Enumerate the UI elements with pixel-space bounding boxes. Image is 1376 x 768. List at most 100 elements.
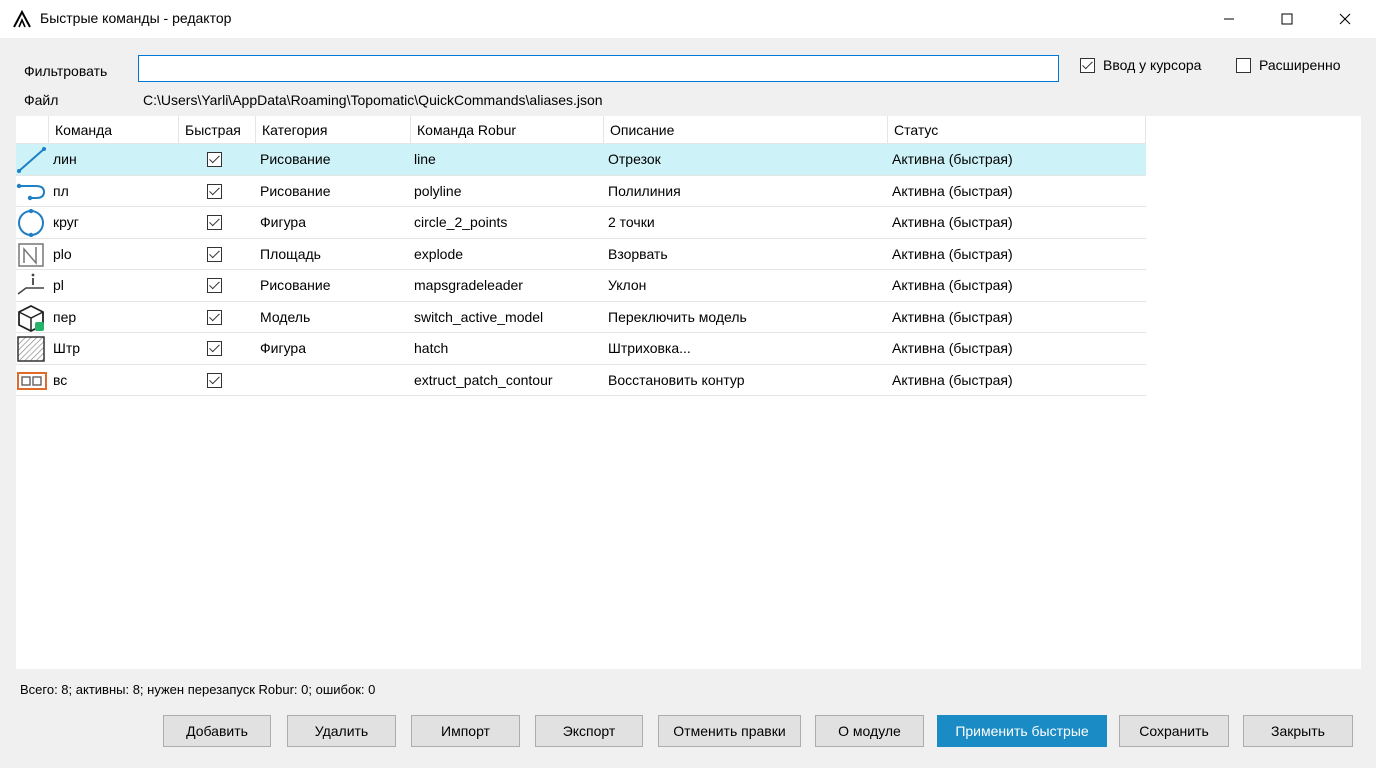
table-row[interactable]: лин Рисование line Отрезок Активна (быст… bbox=[16, 144, 1146, 176]
header-quick[interactable]: Быстрая bbox=[179, 116, 256, 144]
line-icon bbox=[16, 146, 48, 174]
table-header: Команда Быстрая Категория Команда Robur … bbox=[16, 116, 1146, 144]
hatch-icon bbox=[16, 335, 48, 363]
add-button[interactable]: Добавить bbox=[163, 715, 271, 747]
commands-table: Команда Быстрая Категория Команда Robur … bbox=[16, 116, 1361, 669]
command-cell: pl bbox=[53, 277, 64, 293]
model-cube-icon bbox=[16, 304, 48, 332]
quick-checkbox[interactable] bbox=[207, 215, 222, 230]
robur-command-cell: line bbox=[414, 151, 436, 167]
description-cell: 2 точки bbox=[608, 214, 655, 230]
window-title: Быстрые команды - редактор bbox=[40, 10, 232, 26]
command-cell: Штр bbox=[53, 340, 81, 356]
table-row[interactable]: Штр Фигура hatch Штриховка... Активна (б… bbox=[16, 333, 1146, 365]
circle-icon bbox=[16, 209, 48, 237]
status-cell: Активна (быстрая) bbox=[892, 340, 1013, 356]
command-cell: пер bbox=[53, 308, 77, 325]
robur-command-cell: mapsgradeleader bbox=[414, 277, 523, 293]
header-command[interactable]: Команда bbox=[49, 116, 179, 144]
command-cell: круг bbox=[53, 214, 79, 230]
category-cell: Фигура bbox=[260, 340, 306, 356]
table-row[interactable]: пер Модель switch_active_model Переключи… bbox=[16, 302, 1146, 333]
save-button[interactable]: Сохранить bbox=[1119, 715, 1229, 747]
description-cell: Взорвать bbox=[608, 245, 668, 262]
header-robur-command[interactable]: Команда Robur bbox=[411, 116, 604, 144]
close-button[interactable]: Закрыть bbox=[1243, 715, 1353, 747]
polyline-icon bbox=[16, 178, 48, 206]
status-cell: Активна (быстрая) bbox=[892, 151, 1013, 167]
filter-label: Фильтровать bbox=[24, 63, 108, 79]
robur-command-cell: switch_active_model bbox=[414, 308, 544, 325]
command-cell: пл bbox=[53, 182, 69, 199]
quick-checkbox[interactable] bbox=[207, 183, 222, 199]
table-row[interactable]: plo Площадь explode Взорвать Активна (бы… bbox=[16, 239, 1146, 270]
title-bar: Быстрые команды - редактор bbox=[0, 0, 1376, 38]
quick-checkbox[interactable] bbox=[207, 341, 222, 356]
category-cell: Рисование bbox=[260, 277, 331, 293]
patch-contour-icon bbox=[16, 367, 48, 395]
command-cell: plo bbox=[53, 245, 72, 262]
app-logo-icon bbox=[12, 9, 32, 29]
close-icon bbox=[1339, 13, 1351, 25]
header-status[interactable]: Статус bbox=[888, 116, 1146, 144]
category-cell: Модель bbox=[260, 308, 311, 325]
extended-checkbox[interactable] bbox=[1236, 57, 1251, 73]
command-cell: вс bbox=[53, 371, 68, 388]
category-cell: Рисование bbox=[260, 151, 331, 167]
minimize-button[interactable] bbox=[1200, 0, 1258, 38]
category-cell: Площадь bbox=[260, 245, 321, 262]
quick-checkbox[interactable] bbox=[207, 372, 222, 388]
cursor-input-label: Ввод у курсора bbox=[1103, 57, 1202, 73]
about-button[interactable]: О модуле bbox=[815, 715, 924, 747]
description-cell: Штриховка... bbox=[608, 340, 691, 356]
minimize-icon bbox=[1224, 18, 1234, 20]
table-row[interactable]: пл Рисование polyline Полилиния Активна … bbox=[16, 176, 1146, 207]
table-row[interactable]: pl Рисование mapsgradeleader Уклон Актив… bbox=[16, 270, 1146, 302]
description-cell: Переключить модель bbox=[608, 308, 747, 325]
export-button[interactable]: Экспорт bbox=[535, 715, 643, 747]
status-cell: Активна (быстрая) bbox=[892, 308, 1013, 325]
extended-option[interactable]: Расширенно bbox=[1236, 57, 1341, 73]
quick-checkbox[interactable] bbox=[207, 152, 222, 167]
header-icon-column bbox=[16, 116, 49, 144]
header-category[interactable]: Категория bbox=[256, 116, 411, 144]
quick-checkbox[interactable] bbox=[207, 278, 222, 293]
category-cell: Рисование bbox=[260, 182, 331, 199]
robur-command-cell: circle_2_points bbox=[414, 214, 508, 230]
maximize-button[interactable] bbox=[1258, 0, 1316, 38]
description-cell: Уклон bbox=[608, 277, 647, 293]
maximize-icon bbox=[1281, 13, 1293, 25]
description-cell: Отрезок bbox=[608, 151, 661, 167]
import-button[interactable]: Импорт bbox=[411, 715, 520, 747]
table-row[interactable]: круг Фигура circle_2_points 2 точки Акти… bbox=[16, 207, 1146, 239]
header-description[interactable]: Описание bbox=[604, 116, 888, 144]
command-cell: лин bbox=[53, 151, 77, 167]
apply-quick-button[interactable]: Применить быстрые bbox=[937, 715, 1107, 747]
status-cell: Активна (быстрая) bbox=[892, 214, 1013, 230]
file-path: C:\Users\Yarli\AppData\Roaming\Topomatic… bbox=[143, 92, 603, 108]
category-cell: Фигура bbox=[260, 214, 306, 230]
robur-command-cell: extruct_patch_contour bbox=[414, 371, 553, 388]
status-cell: Активна (быстрая) bbox=[892, 245, 1013, 262]
robur-command-cell: polyline bbox=[414, 182, 462, 199]
file-label: Файл bbox=[24, 92, 59, 108]
status-cell: Активна (быстрая) bbox=[892, 371, 1013, 388]
delete-button[interactable]: Удалить bbox=[287, 715, 396, 747]
quick-checkbox[interactable] bbox=[207, 246, 222, 262]
filter-input[interactable] bbox=[138, 55, 1059, 82]
robur-command-cell: explode bbox=[414, 245, 464, 262]
status-cell: Активна (быстрая) bbox=[892, 182, 1013, 199]
close-window-button[interactable] bbox=[1316, 0, 1374, 38]
status-cell: Активна (быстрая) bbox=[892, 277, 1013, 293]
extended-label: Расширенно bbox=[1259, 57, 1341, 73]
undo-changes-button[interactable]: Отменить правки bbox=[658, 715, 801, 747]
quick-checkbox[interactable] bbox=[207, 309, 222, 325]
cursor-input-option[interactable]: Ввод у курсора bbox=[1080, 57, 1201, 73]
description-cell: Полилиния bbox=[608, 182, 681, 199]
status-summary: Всего: 8; активны: 8; нужен перезапуск R… bbox=[20, 682, 376, 697]
robur-command-cell: hatch bbox=[414, 340, 449, 356]
description-cell: Восстановить контур bbox=[608, 371, 745, 388]
explode-icon bbox=[16, 241, 48, 269]
cursor-input-checkbox[interactable] bbox=[1080, 57, 1095, 73]
table-row[interactable]: вс extruct_patch_contour Восстановить ко… bbox=[16, 365, 1146, 396]
